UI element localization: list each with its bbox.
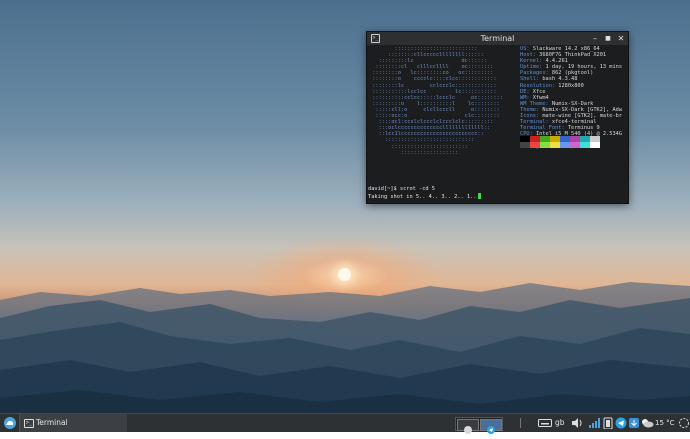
workspace-2[interactable] [480, 419, 502, 434]
info-value: Xfce [529, 88, 546, 95]
info-key: Uptime: [520, 64, 543, 71]
maximize-icon[interactable]: ■ [603, 32, 613, 45]
palette-swatch [560, 142, 570, 148]
color-palette [520, 136, 600, 149]
info-key: OS: [520, 46, 530, 52]
weather-icon[interactable] [640, 417, 654, 429]
logo-line: ::::::::lc cclccclc::::::::::::: [369, 82, 497, 89]
terminal-icon: >_ [24, 419, 34, 428]
command-line: david[~]$ scrot -cd 5 [368, 186, 435, 192]
battery-icon[interactable] [602, 417, 614, 429]
update-icon[interactable] [628, 417, 640, 429]
info-value: 4.4.261 [542, 58, 568, 65]
neofetch-logo: :::::::::::::::::::::::::: ::::::::cllcc… [369, 46, 503, 156]
logo-line: ::::::::o cccclc::::clcc:::::::::::: [369, 76, 497, 83]
info-value: 3680F7G ThinkPad X201 [535, 52, 607, 59]
info-key: WM: [520, 94, 530, 101]
keyboard-icon[interactable] [538, 417, 552, 429]
terminal-cursor [478, 193, 482, 199]
info-value: Xfwm4 [529, 94, 549, 101]
taskbar-terminal-label: Terminal [36, 418, 68, 427]
logo-line: :::::::::::lcclcc lc::::::::::: [369, 88, 497, 95]
info-value: Terminus 9 [564, 125, 600, 132]
globe-icon [464, 426, 472, 434]
command-output-text: Taking shot in 5.. 4.. 3.. 2.. 1.. [368, 194, 477, 200]
palette-swatch [540, 142, 550, 148]
neofetch-info: OS: Slackware 14.2 x86_64 Host: 3680F7G T… [520, 46, 622, 150]
palette-swatch [580, 142, 590, 148]
info-key: Icons: [520, 113, 540, 120]
info-value: Numix-SX-Dark [GTK2], Adw [539, 106, 623, 113]
info-key: Terminal: [520, 119, 549, 126]
info-value: Slackware 14.2 x86_64 [529, 46, 600, 52]
logo-line: ::::::::::cclcc:::::lccclc oc:::::::: [369, 94, 503, 101]
power-icon[interactable] [678, 417, 690, 429]
taskbar-terminal-button[interactable]: >_ Terminal [19, 414, 127, 432]
info-key: Terminal Font: [520, 125, 565, 132]
command-output: Taking shot in 5.. 4.. 3.. 2.. 1.. [368, 193, 482, 200]
terminal-title: Terminal [480, 34, 515, 43]
workspace-1[interactable] [457, 419, 479, 434]
terminal-body[interactable]: :::::::::::::::::::::::::: ::::::::cllcc… [367, 45, 628, 203]
info-key: Resolution: [520, 82, 556, 89]
terminal-titlebar[interactable]: >_ Terminal – ■ ✕ [367, 32, 628, 45]
telegram-tray-icon[interactable] [615, 417, 627, 429]
close-icon[interactable]: ✕ [616, 32, 626, 45]
minimize-icon[interactable]: – [590, 32, 600, 45]
keyboard-layout[interactable]: gb [555, 414, 569, 432]
info-key: DE: [520, 88, 530, 95]
info-key: Shell: [520, 76, 540, 83]
info-key: Theme: [520, 106, 540, 113]
info-value: mate-wine [GTK2], mate-br [539, 113, 623, 120]
palette-swatch [570, 142, 580, 148]
info-key: Host: [520, 52, 536, 59]
info-key: WM Theme: [520, 100, 549, 107]
volume-icon[interactable] [571, 417, 583, 429]
palette-swatch [530, 142, 540, 148]
logo-line: :::::::::::::::::: [369, 149, 459, 156]
separator-icon [520, 418, 521, 428]
palette-swatch [550, 142, 560, 148]
info-key: Packages: [520, 70, 549, 77]
info-value: bash 4.3.48 [539, 76, 578, 83]
info-value: Numix-SX-Dark [548, 100, 594, 107]
info-value: xfce4-terminal [548, 119, 597, 126]
terminal-window[interactable]: >_ Terminal – ■ ✕ ::::::::::::::::::::::… [366, 31, 629, 204]
info-value: 862 (pkgtool) [548, 70, 594, 77]
taskbar: >_ Terminal gb 15 °C [0, 413, 690, 434]
xfce-menu-icon[interactable] [3, 416, 17, 430]
palette-swatch [520, 142, 530, 148]
info-key: Kernel: [520, 58, 543, 65]
info-value: 1280x800 [555, 82, 584, 89]
telegram-icon [487, 426, 495, 434]
palette-swatch [590, 142, 600, 148]
workspace-switcher[interactable] [455, 417, 503, 434]
info-value: 1 day, 19 hours, 13 mins [542, 64, 623, 71]
temperature[interactable]: 15 °C [655, 414, 679, 432]
network-icon[interactable] [588, 417, 600, 429]
